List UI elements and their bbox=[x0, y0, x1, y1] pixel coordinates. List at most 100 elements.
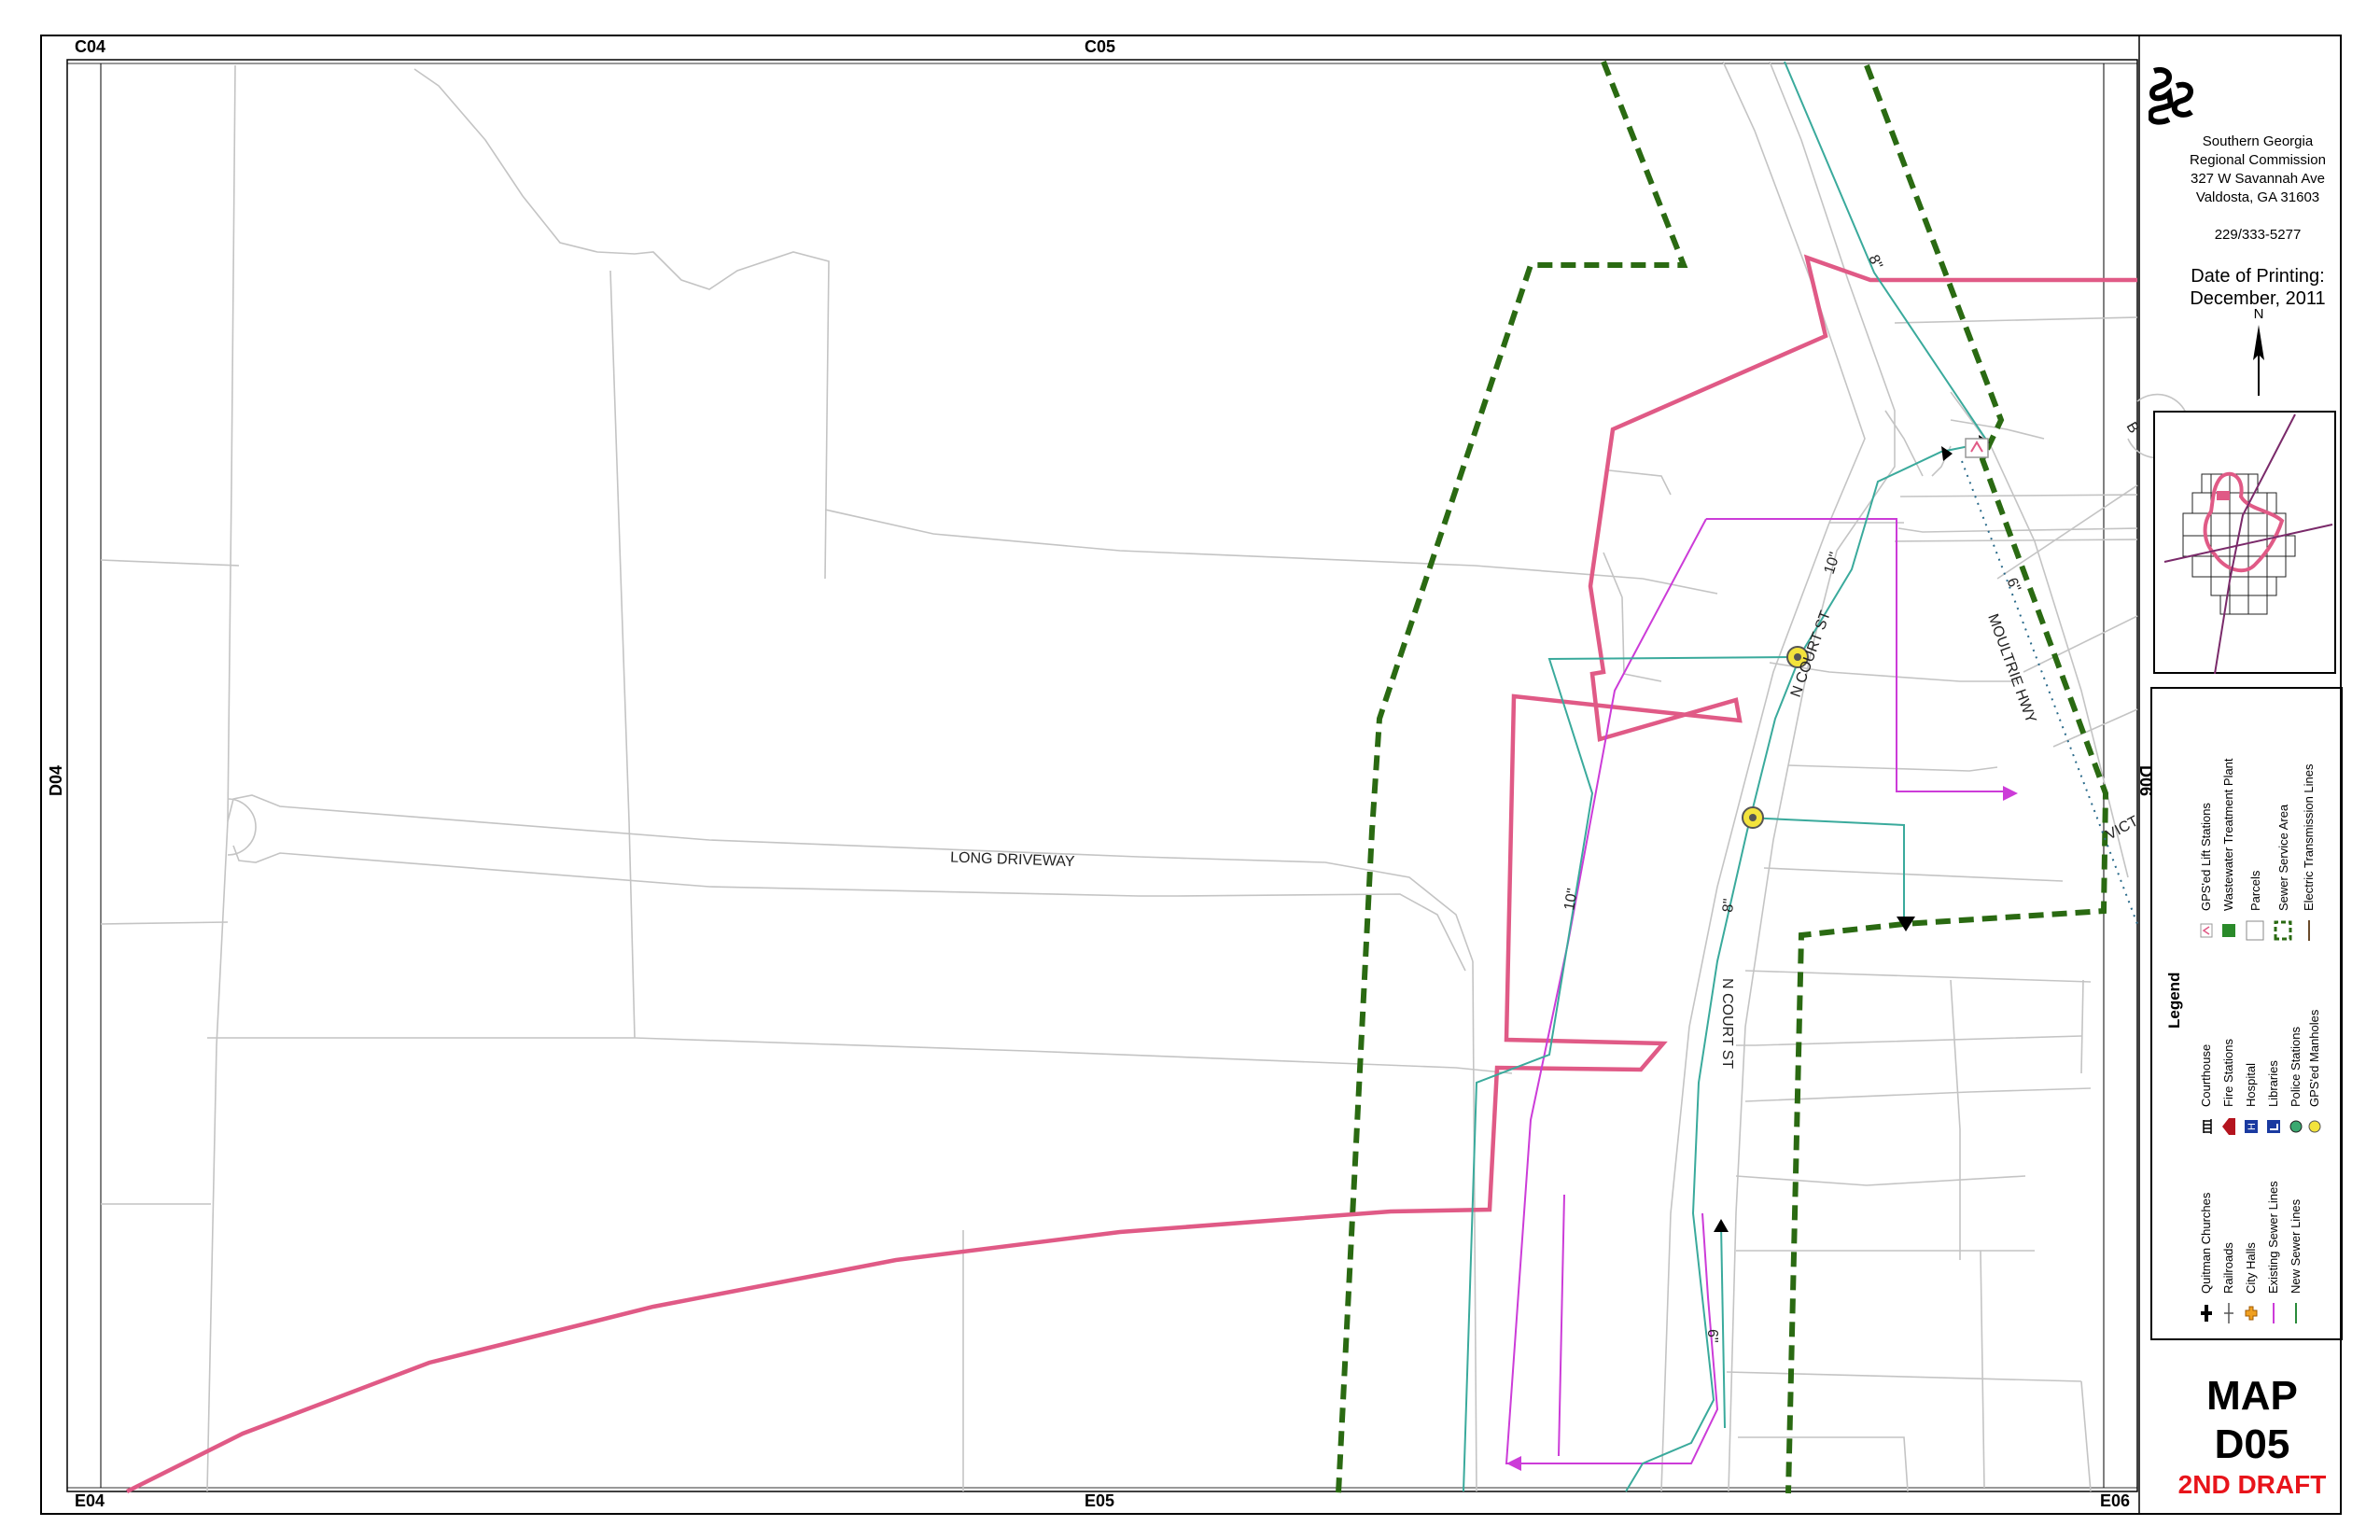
map-frame bbox=[66, 59, 2138, 1492]
map-canvas[interactable]: LONG DRIVEWAY N COURT ST N COURT ST MOUL… bbox=[0, 0, 2380, 1540]
flow-arrows bbox=[1506, 435, 2018, 1471]
arrow-marker bbox=[2003, 786, 2018, 801]
label-vict: VICT bbox=[2104, 813, 2141, 843]
legend-item-city-halls: City Halls bbox=[2244, 1242, 2258, 1323]
city-limit-line bbox=[125, 254, 2137, 1494]
fire-station-icon bbox=[2221, 1116, 2235, 1137]
label-pipe-6-b: 6" bbox=[1704, 1329, 1720, 1343]
legend-rotated: Legend Quitman Churches Railroads City H… bbox=[2152, 689, 2341, 1338]
police-station-icon bbox=[2289, 1116, 2303, 1137]
map-inner-frame bbox=[66, 63, 2138, 1489]
legend-item-existing-sewer: Existing Sewer Lines bbox=[2266, 1181, 2280, 1323]
wwtp-icon bbox=[2221, 920, 2235, 941]
railroad-icon bbox=[2222, 1303, 2235, 1323]
legend-label: GPS'ed Manholes bbox=[2307, 1009, 2321, 1107]
legend-item-manholes: GPS'ed Manholes bbox=[2307, 1010, 2321, 1137]
legend-item-sewer-service-area: Sewer Service Area bbox=[2274, 805, 2292, 941]
existing-sewer-line-icon bbox=[2267, 1303, 2280, 1323]
gps-manhole-icon[interactable] bbox=[1742, 806, 1764, 829]
legend-item-police-stations: Police Stations bbox=[2289, 1027, 2303, 1137]
legend-label: Existing Sewer Lines bbox=[2266, 1181, 2280, 1294]
legend-label: City Halls bbox=[2244, 1242, 2258, 1294]
organization-block: Southern Georgia Regional Commission 327… bbox=[2149, 133, 2367, 245]
church-icon bbox=[2200, 1303, 2213, 1323]
new-sewer-line-icon bbox=[2289, 1303, 2303, 1323]
grid-ref-top-left: C04 bbox=[75, 37, 106, 56]
legend-label: Wastewater Treatment Plant bbox=[2221, 758, 2235, 911]
label-pipe-10-b: 10" bbox=[1561, 888, 1581, 912]
legend-label: Libraries bbox=[2266, 1060, 2280, 1107]
label-pipe-6-a: 6" bbox=[2003, 576, 2023, 595]
legend-item-railroads: Railroads bbox=[2221, 1242, 2235, 1323]
legend-box: Legend Quitman Churches Railroads City H… bbox=[2150, 687, 2343, 1340]
org-name-line2: Regional Commission bbox=[2190, 152, 2326, 168]
label-pipe-10-a: 10" bbox=[1822, 551, 1843, 577]
grid-ref-bottom-right: E06 bbox=[2100, 1491, 2131, 1510]
north-label: N bbox=[2253, 306, 2264, 322]
legend-item-libraries: Libraries bbox=[2266, 1060, 2280, 1137]
sewer-service-area-icon bbox=[2274, 920, 2292, 941]
legend-item-churches: Quitman Churches bbox=[2199, 1193, 2213, 1323]
legend-label: Sewer Service Area bbox=[2275, 804, 2290, 911]
legend-label: New Sewer Lines bbox=[2289, 1198, 2303, 1294]
svg-text:H: H bbox=[2247, 1123, 2258, 1130]
sgrc-logo bbox=[2149, 67, 2193, 125]
print-date-label: Date of Printing: bbox=[2191, 266, 2325, 287]
new-sewer-lines bbox=[1463, 61, 1990, 1492]
legend-label: Fire Stations bbox=[2221, 1039, 2235, 1107]
manhole-icon bbox=[2308, 1116, 2321, 1137]
legend-item-fire-stations: Fire Stations bbox=[2221, 1039, 2235, 1137]
map-title-line2: D05 bbox=[2214, 1421, 2290, 1467]
draft-label: 2ND DRAFT bbox=[2177, 1470, 2327, 1499]
org-city-line: Valdosta, GA 31603 bbox=[2195, 189, 2320, 205]
legend-label: Railroads bbox=[2221, 1242, 2235, 1294]
arrow-marker bbox=[1714, 1219, 1729, 1232]
north-arrow-icon bbox=[2253, 325, 2264, 396]
legend-label: GPS'ed Lift Stations bbox=[2199, 803, 2213, 911]
arrow-marker bbox=[1506, 1456, 1521, 1471]
lift-station-icon bbox=[2200, 920, 2213, 941]
legend-item-new-sewer: New Sewer Lines bbox=[2289, 1199, 2303, 1323]
label-n-court-st-lower: N COURT ST bbox=[1719, 978, 1735, 1069]
org-address-line: 327 W Savannah Ave bbox=[2191, 171, 2325, 187]
org-name-line1: Southern Georgia bbox=[2202, 133, 2314, 149]
grid-ref-bottom-center: E05 bbox=[1085, 1491, 1115, 1510]
label-long-driveway: LONG DRIVEWAY bbox=[950, 849, 1075, 870]
legend-label: Parcels bbox=[2247, 870, 2262, 911]
locator-map[interactable] bbox=[2153, 411, 2336, 675]
grid-ref-top-center: C05 bbox=[1085, 37, 1116, 56]
existing-sewer-lines bbox=[1505, 518, 2007, 1464]
map-title-line1: MAP bbox=[2206, 1373, 2298, 1419]
label-pipe-8-mid: 8" bbox=[1720, 898, 1737, 913]
legend-label: Quitman Churches bbox=[2199, 1192, 2213, 1294]
page-border bbox=[40, 35, 2342, 1515]
north-arrow: N bbox=[2233, 306, 2285, 396]
legend-item-parcels: Parcels bbox=[2246, 871, 2264, 941]
grid-ref-left: D04 bbox=[47, 764, 66, 797]
org-phone: 229/333-5277 bbox=[2214, 227, 2302, 243]
transmission-line-icon bbox=[2303, 920, 2316, 941]
printing-date-block: Date of Printing: December, 2011 bbox=[2149, 265, 2367, 310]
legend-label: Hospital bbox=[2244, 1063, 2258, 1107]
legend-label: Electric Transmission Lines bbox=[2302, 763, 2316, 912]
courthouse-icon bbox=[2200, 1116, 2213, 1137]
legend-item-wwtp: Wastewater Treatment Plant bbox=[2221, 758, 2235, 941]
legend-item-courthouse: Courthouse bbox=[2199, 1044, 2213, 1137]
legend-title: Legend bbox=[2165, 972, 2183, 1029]
lift-station-icon[interactable] bbox=[1965, 438, 1989, 458]
legend-item-lift-stations: GPS'ed Lift Stations bbox=[2199, 803, 2213, 941]
grid-ref-bottom-left: E04 bbox=[75, 1491, 105, 1510]
legend-label: Courthouse bbox=[2199, 1043, 2213, 1107]
arrow-marker bbox=[1941, 446, 1953, 461]
locator-map-graphic bbox=[2163, 413, 2333, 675]
hospital-icon: H bbox=[2244, 1116, 2258, 1137]
library-icon bbox=[2266, 1116, 2280, 1137]
legend-item-hospital: H Hospital bbox=[2244, 1063, 2258, 1137]
map-sidebar: Southern Georgia Regional Commission 327… bbox=[2149, 58, 2367, 1512]
label-pipe-8-top: 8" bbox=[1865, 253, 1884, 272]
map-title-block: MAP D05 2ND DRAFT bbox=[2143, 1372, 2361, 1501]
legend-label: Police Stations bbox=[2289, 1027, 2303, 1107]
city-hall-icon bbox=[2245, 1303, 2258, 1323]
parcel-icon bbox=[2246, 920, 2264, 941]
legend-item-transmission-lines: Electric Transmission Lines bbox=[2302, 763, 2316, 941]
